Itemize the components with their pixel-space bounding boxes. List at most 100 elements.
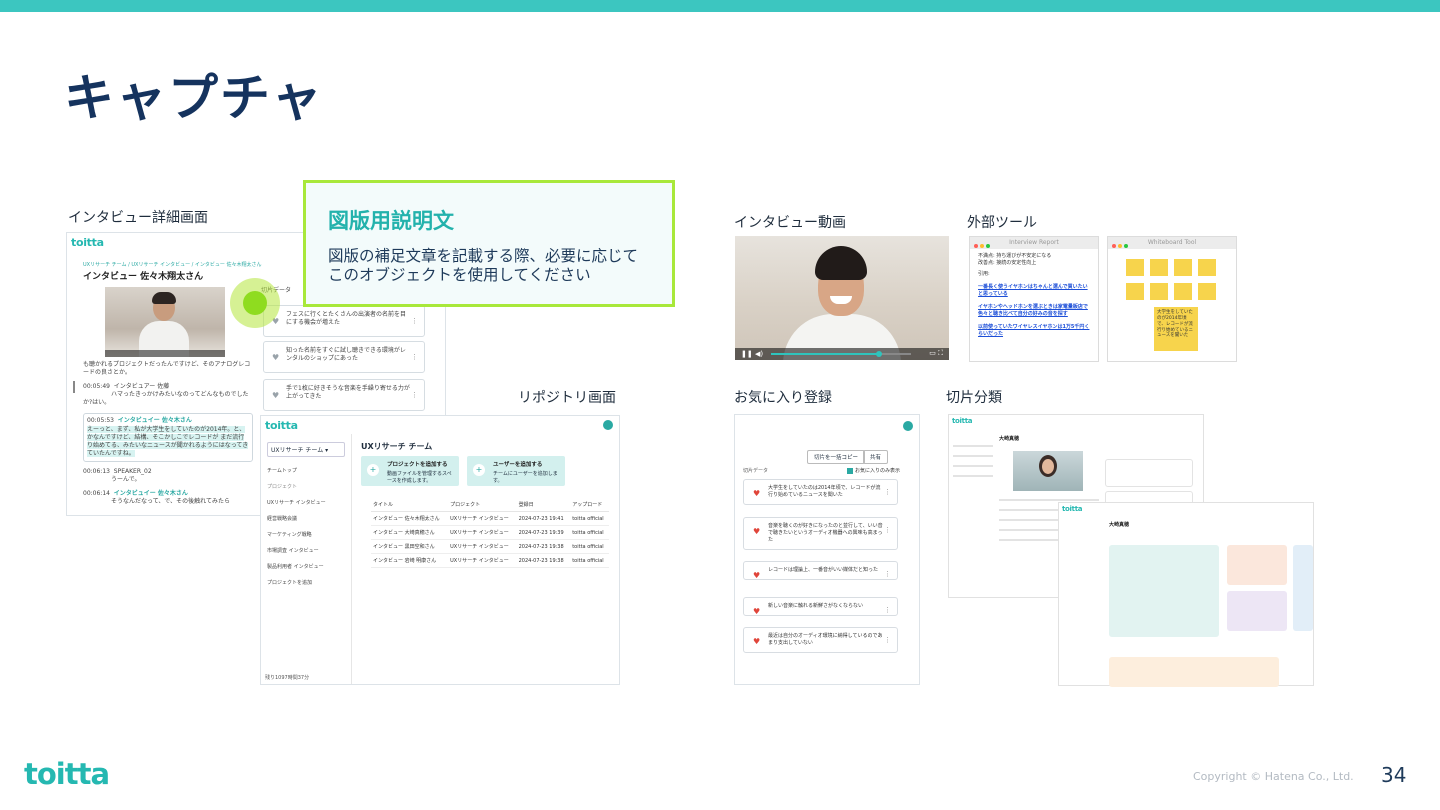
table-row[interactable]: インタビュー 大崎真穂さん UXリサーチ インタビュー 2024-07-23 19:… xyxy=(371,525,609,540)
copyright: Copyright © Hatena Co., Ltd. xyxy=(1193,770,1354,783)
sticky-note[interactable] xyxy=(1126,283,1144,300)
category-group[interactable] xyxy=(1227,545,1287,585)
more-icon[interactable]: ⋮ xyxy=(884,488,891,498)
interview-report-window: Interview Report 不満点: 持ち運びが不安定になる 改善点: 接… xyxy=(969,236,1099,362)
pause-icon[interactable]: ❚❚ xyxy=(741,350,753,358)
heart-icon[interactable]: ♥ xyxy=(753,636,760,647)
favorite-clip-card[interactable]: ♥ 音楽を聴くのが好きになったのと並行して、いい音で聴きたいというオーディオ機器へ… xyxy=(743,517,898,550)
more-icon[interactable]: ⋮ xyxy=(884,636,891,646)
quote-link[interactable]: イヤホンやヘッドホンを選ぶときは家電量販店で色々と聴き比べて自分の好みの音を探す xyxy=(978,304,1090,318)
column-header[interactable]: タイトル xyxy=(371,498,449,512)
heart-icon[interactable]: ♥ xyxy=(753,526,760,537)
add-project-link[interactable]: プロジェクトを追加 xyxy=(267,579,351,586)
interview-table: タイトル プロジェクト 登録日 アップロード インタビュー 佐々木翔太さん UXリ… xyxy=(371,498,609,568)
caption-external: 外部ツール xyxy=(967,215,1037,231)
slide-title: キャプチャ xyxy=(64,69,324,127)
favorite-clip-card[interactable]: ♥ 最近は自分のオーディオ環境に納得しているのであまり支出していない ⋮ xyxy=(743,627,898,653)
clip-card[interactable]: ♥ 手で1枚に好きそうな音楽を手繰り寄せる力が上がってきた ⋮ xyxy=(263,379,425,411)
transcript-line-highlighted[interactable]: 00:05:53 インタビュイー 佐々木さん えーっと、まず、私が大学生をしてい… xyxy=(83,413,253,462)
heart-icon[interactable]: ♥ xyxy=(272,353,279,364)
user-avatar[interactable] xyxy=(603,420,613,430)
favorite-clip-card[interactable]: ♥ 新しい音楽に触れる新鮮さがなくならない ⋮ xyxy=(743,597,898,616)
caption-callout-box: 図版用説明文 図版の補足文章を記載する際、必要に応じて このオブジェクトを使用し… xyxy=(303,180,675,307)
category-group[interactable] xyxy=(1227,591,1287,631)
transcript-line: 00:05:49 インタビュアー 佐藤 ハマったきっかけみたいなのってどんなもの… xyxy=(83,383,249,407)
classification-board-panel: toitta 大崎真穂 xyxy=(1058,502,1314,687)
sticky-note[interactable] xyxy=(1198,259,1216,276)
add-project-button[interactable]: + プロジェクトを追加する 動画ファイルを管理するスペースを作成します。 xyxy=(361,456,459,486)
team-selector[interactable]: UXリサーチ チーム ▾ xyxy=(267,442,345,457)
sidebar-divider xyxy=(351,434,352,684)
more-icon[interactable]: ⋮ xyxy=(411,317,418,326)
callout-title: 図版用説明文 xyxy=(328,209,454,233)
column-header[interactable]: 登録日 xyxy=(516,498,571,512)
transcript: も聴かれるプロジェクトだったんですけど、そのアナログレコードの良さとか。 00:… xyxy=(83,361,253,512)
sidebar-item-project[interactable]: 市場調査 インタビュー xyxy=(267,547,351,554)
share-button[interactable]: 共有 xyxy=(863,450,889,464)
toitta-logo: toitta xyxy=(265,419,298,432)
classification-screenshot: toitta 大崎真穂 toitta 大崎真穂 xyxy=(948,414,1318,687)
sticky-note[interactable] xyxy=(1150,259,1168,276)
interview-title: 大崎真穂 xyxy=(1109,522,1130,528)
category-group[interactable] xyxy=(1293,545,1313,631)
sticky-note[interactable] xyxy=(1174,283,1192,300)
seek-handle[interactable] xyxy=(876,351,882,357)
user-plus-icon: + xyxy=(473,464,485,476)
interview-title: インタビュー 佐々木翔太さん xyxy=(83,272,204,282)
sidebar-item-team-top[interactable]: チームトップ xyxy=(267,467,351,474)
copy-all-clips-button[interactable]: 切片を一括コピー xyxy=(807,450,866,464)
repository-screenshot: toitta UXリサーチ チーム ▾ チームトップ プロジェクト UXリサーチ… xyxy=(260,415,620,685)
more-icon[interactable]: ⋮ xyxy=(411,353,418,362)
breadcrumb[interactable]: UXリサーチ チーム / UXリサーチ インタビュー / インタビュー 佐々木翔… xyxy=(83,261,262,268)
sidebar-item-project[interactable]: マーケティング戦略 xyxy=(267,531,351,538)
clip-card[interactable] xyxy=(1105,459,1193,487)
more-icon[interactable]: ⋮ xyxy=(884,606,891,616)
caption-video: インタビュー動画 xyxy=(734,215,846,231)
more-icon[interactable]: ⋮ xyxy=(884,570,891,580)
callout-body: 図版の補足文章を記載する際、必要に応じて このオブジェクトを使用してください xyxy=(328,247,639,284)
plus-icon: + xyxy=(367,464,379,476)
sidebar-item-project[interactable]: 製品利用者 インタビュー xyxy=(267,563,351,570)
sticky-note[interactable] xyxy=(1126,259,1144,276)
video-controls[interactable] xyxy=(105,350,225,357)
favorites-screenshot: 切片を一括コピー 共有 切片データ お気に入りのみ表示 ♥ 大学生をしていたのは2… xyxy=(734,414,920,685)
table-row[interactable]: インタビュー 佐々木翔太さん UXリサーチ インタビュー 2024-07-23 19… xyxy=(371,511,609,526)
column-header[interactable]: アップロード xyxy=(570,498,609,512)
heart-icon[interactable]: ♥ xyxy=(753,570,760,581)
add-user-button[interactable]: + ユーザーを追加する チームにユーザーを追加します。 xyxy=(467,456,565,486)
caption-classification: 切片分類 xyxy=(946,390,1002,406)
favorite-clip-card[interactable]: ♥ 大学生をしていたのは2014年頃で、レコードが流行り始めているニュースを聞いた… xyxy=(743,479,898,505)
category-group[interactable] xyxy=(1109,545,1219,637)
table-row[interactable]: インタビュー 黒田空和さん UXリサーチ インタビュー 2024-07-23 19:… xyxy=(371,539,609,554)
table-row[interactable]: インタビュー 岩崎 明康さん UXリサーチ インタビュー 2024-07-23 19… xyxy=(371,553,609,568)
heart-icon[interactable]: ♥ xyxy=(753,606,760,617)
transcript-marker xyxy=(73,381,75,393)
interview-video-thumbnail[interactable] xyxy=(105,287,225,357)
sticky-note[interactable] xyxy=(1198,283,1216,300)
sidebar-item-project[interactable]: UXリサーチ インタビュー xyxy=(267,499,351,506)
favorite-clip-card[interactable]: ♥ レコードは理論上、一番音がいい媒体だと知った ⋮ xyxy=(743,561,898,580)
favorites-only-checkbox[interactable]: お気に入りのみ表示 xyxy=(847,467,900,474)
fullscreen-icon[interactable]: ▭ ⛶ xyxy=(929,349,943,358)
more-icon[interactable]: ⋮ xyxy=(884,526,891,536)
interview-title: 大崎真穂 xyxy=(999,436,1020,442)
heart-icon[interactable]: ♥ xyxy=(272,391,279,402)
more-icon[interactable]: ⋮ xyxy=(411,391,418,400)
transcript-line: も聴かれるプロジェクトだったんですけど、そのアナログレコードの良さとか。 xyxy=(83,361,251,377)
interview-video-player[interactable]: ❚❚ ◀) ▭ ⛶ xyxy=(735,236,949,360)
quote-link[interactable]: 以前使っていたワイヤレスイヤホンは1万5千円くらいだった xyxy=(978,324,1090,338)
heart-icon[interactable]: ♥ xyxy=(753,488,760,499)
category-group[interactable] xyxy=(1109,657,1279,687)
clip-card[interactable]: ♥ 知った名前をすぐに試し聴きできる環境がレンタルのショップにあった ⋮ xyxy=(263,341,425,373)
clip-card[interactable]: ♥ フェスに行くとたくさんの出演者の名前を目にする機会が増えた ⋮ xyxy=(263,305,425,337)
video-thumbnail[interactable] xyxy=(1013,451,1083,491)
checkbox-icon[interactable] xyxy=(847,467,853,474)
sticky-note[interactable] xyxy=(1174,259,1192,276)
sidebar-item-project[interactable]: 経営戦略会議 xyxy=(267,515,351,522)
volume-icon[interactable]: ◀) xyxy=(755,350,763,358)
user-avatar[interactable] xyxy=(903,421,913,431)
sticky-note-highlighted[interactable]: 大学生をしていたのが2014年頃で、レコードが流行り始めているニュースを聞いた xyxy=(1154,307,1198,351)
column-header[interactable]: プロジェクト xyxy=(448,498,517,512)
quote-link[interactable]: 一番長く使うイヤホンはちゃんと選んで買いたいと思っている xyxy=(978,284,1090,298)
sticky-note[interactable] xyxy=(1150,283,1168,300)
